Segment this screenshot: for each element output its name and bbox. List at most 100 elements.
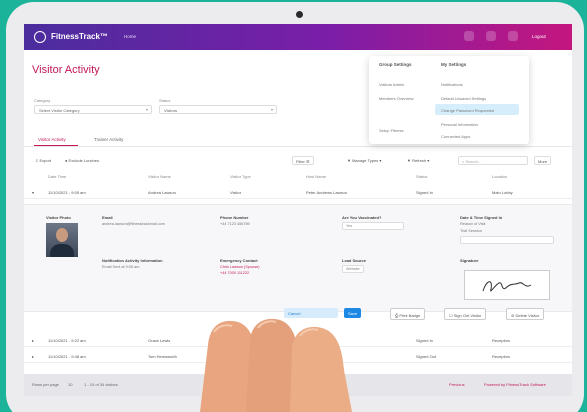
col-header-host[interactable]: Host Name	[306, 174, 326, 179]
expand-icon[interactable]: ▸	[32, 338, 34, 343]
more-button[interactable]: More	[534, 156, 551, 165]
powered-by-link[interactable]: Powered by FitnessTrack Software	[484, 382, 546, 387]
pagination-range: 1 - 10 of 34 visitors	[84, 382, 118, 387]
notification-label: Notification Activity Information	[102, 258, 163, 263]
expand-icon[interactable]: ▸	[32, 354, 34, 359]
row-location: Reception	[492, 338, 510, 343]
row-visitor: Grace Lewis	[148, 338, 170, 343]
signature-box	[464, 270, 550, 300]
row-type: Contractor	[230, 338, 249, 343]
dropdown-item[interactable]: Setup Fitness	[379, 128, 403, 133]
logo-icon	[34, 31, 46, 43]
reason-field[interactable]	[460, 236, 554, 244]
lead-source-label: Lead Source	[342, 258, 366, 263]
manage-types-button[interactable]: ▼ Manage Types ▾	[344, 156, 384, 165]
settings-icon[interactable]	[508, 31, 518, 41]
row-location: Reception	[492, 354, 510, 359]
chevron-down-icon: ▾	[271, 107, 273, 112]
cancel-button[interactable]: Cancel	[284, 308, 338, 318]
table-row[interactable]: ▾ 11/10/2021 - 9:05 am Andrea Lawson Vis…	[24, 186, 572, 199]
dropdown-item-active[interactable]: Change Password Requested	[441, 108, 494, 113]
refresh-button[interactable]: ▼ Refresh ▾	[404, 156, 432, 165]
reason-value: Trial Session	[460, 229, 482, 233]
exclude-button[interactable]: ● Exclude Lunches	[62, 156, 102, 165]
notifications-icon[interactable]	[464, 31, 474, 41]
emergency-label: Emergency Contact	[220, 258, 258, 263]
row-visitor: Andrea Lawson	[148, 190, 176, 195]
col-header-date[interactable]: Date Time	[48, 174, 66, 179]
phone-label: Phone Number	[220, 215, 248, 220]
phone-value: +44 7123 456789	[220, 222, 250, 226]
status-select-value: Visitors	[164, 108, 177, 113]
rows-per-page-label: Rows per page	[32, 382, 59, 387]
my-settings-heading: My Settings	[441, 62, 466, 67]
tab-visitor-activity[interactable]: Visitor Activity	[38, 137, 66, 142]
row-location: Main Lobby	[492, 190, 513, 195]
settings-dropdown: Group Settings Visitors Admin Members Ov…	[369, 56, 529, 144]
vaccinated-select[interactable]: Yes	[342, 222, 404, 230]
row-type: Visitor	[230, 190, 241, 195]
photo-body	[50, 244, 74, 257]
dropdown-item[interactable]: Default Unsaved Settings	[441, 96, 486, 101]
search-input[interactable]: ⌕ Search...	[458, 156, 528, 165]
dropdown-item[interactable]: Notifications	[441, 82, 463, 87]
tab-trainer-activity[interactable]: Trainer Activity	[94, 137, 123, 142]
table-footer: Rows per page 10 1 - 10 of 34 visitors P…	[24, 374, 572, 396]
app-name: FitnessTrack™	[51, 32, 108, 41]
col-header-visitor[interactable]: Visitor Name	[148, 174, 171, 179]
email-value: andrea.lawson@fitnesstrackmail.com	[102, 222, 165, 226]
print-badge-button[interactable]: ⎙ Print Badge	[390, 308, 425, 320]
sign-out-button[interactable]: ☐ Sign Out Visitor	[444, 308, 486, 320]
group-settings-heading: Group Settings	[379, 62, 412, 67]
table-row[interactable]: ▸ 11/10/2021 - 9:48 am Tom Hemsworth Vis…	[24, 350, 572, 363]
page-title: Visitor Activity	[32, 64, 100, 76]
row-status: Signed In	[416, 190, 433, 195]
table-row[interactable]: ▸ 11/10/2021 - 9:22 am Grace Lewis Contr…	[24, 334, 572, 347]
emergency-phone[interactable]: +44 7000 111222	[220, 271, 249, 275]
dropdown-item[interactable]: Members Overview	[379, 96, 413, 101]
visitor-photo	[46, 223, 78, 257]
filter-button[interactable]: Filter ☰	[292, 156, 314, 165]
photo-head	[56, 228, 68, 242]
vaccinated-label: Are You Vaccinated?	[342, 215, 381, 220]
emergency-name[interactable]: Chris Lawson (Spouse)	[220, 265, 259, 269]
dropdown-item[interactable]: Visitors Admin	[379, 82, 404, 87]
reason-label: Reason of Visit	[460, 222, 485, 226]
chevron-down-icon: ▾	[146, 107, 148, 112]
save-button[interactable]: Save	[344, 308, 361, 318]
rows-per-page-select[interactable]: 10	[68, 382, 72, 387]
camera	[296, 11, 303, 18]
row-type: Visitor	[230, 354, 241, 359]
email-label: Email	[102, 215, 113, 220]
row-status: Signed In	[416, 338, 433, 343]
photo-label: Visitor Photo	[46, 215, 71, 220]
dropdown-item[interactable]: Personal Information	[441, 122, 478, 127]
screen: FitnessTrack™ Home Logout Visitor Activi…	[24, 24, 572, 396]
prev-page-link[interactable]: Previous	[449, 382, 465, 387]
status-select[interactable]: Visitors ▾	[159, 105, 277, 114]
category-filter-label: Category	[34, 98, 50, 103]
category-select[interactable]: Select Visitor Category ▾	[34, 105, 152, 114]
top-nav-bar: FitnessTrack™ Home Logout	[24, 24, 572, 50]
expand-icon[interactable]: ▾	[32, 190, 34, 195]
row-status: Signed Out	[416, 354, 436, 359]
col-header-status[interactable]: Status	[416, 174, 427, 179]
tab-divider	[24, 146, 572, 147]
tablet-device: FitnessTrack™ Home Logout Visitor Activi…	[6, 2, 584, 412]
row-host: Peter Andrews Lawson	[306, 190, 347, 195]
help-icon[interactable]	[486, 31, 496, 41]
export-button[interactable]: ⇩ Export	[32, 156, 54, 165]
dropdown-item[interactable]: Connected Apps	[441, 134, 470, 139]
row-visitor: Tom Hemsworth	[148, 354, 177, 359]
col-header-location[interactable]: Location	[492, 174, 507, 179]
lead-source-field[interactable]: Website	[342, 265, 364, 273]
row-date: 11/10/2021 - 9:48 am	[48, 354, 86, 359]
row-date: 11/10/2021 - 9:05 am	[48, 190, 86, 195]
delete-button[interactable]: ⊘ Delete Visitor	[506, 308, 544, 320]
col-header-type[interactable]: Visitor Type	[230, 174, 251, 179]
status-filter-label: Status	[159, 98, 170, 103]
signin-date-label: Date & Time Signed In	[460, 215, 502, 220]
category-select-value: Select Visitor Category	[39, 108, 80, 113]
logout-link[interactable]: Logout	[532, 34, 546, 39]
nav-home-link[interactable]: Home	[124, 34, 136, 39]
